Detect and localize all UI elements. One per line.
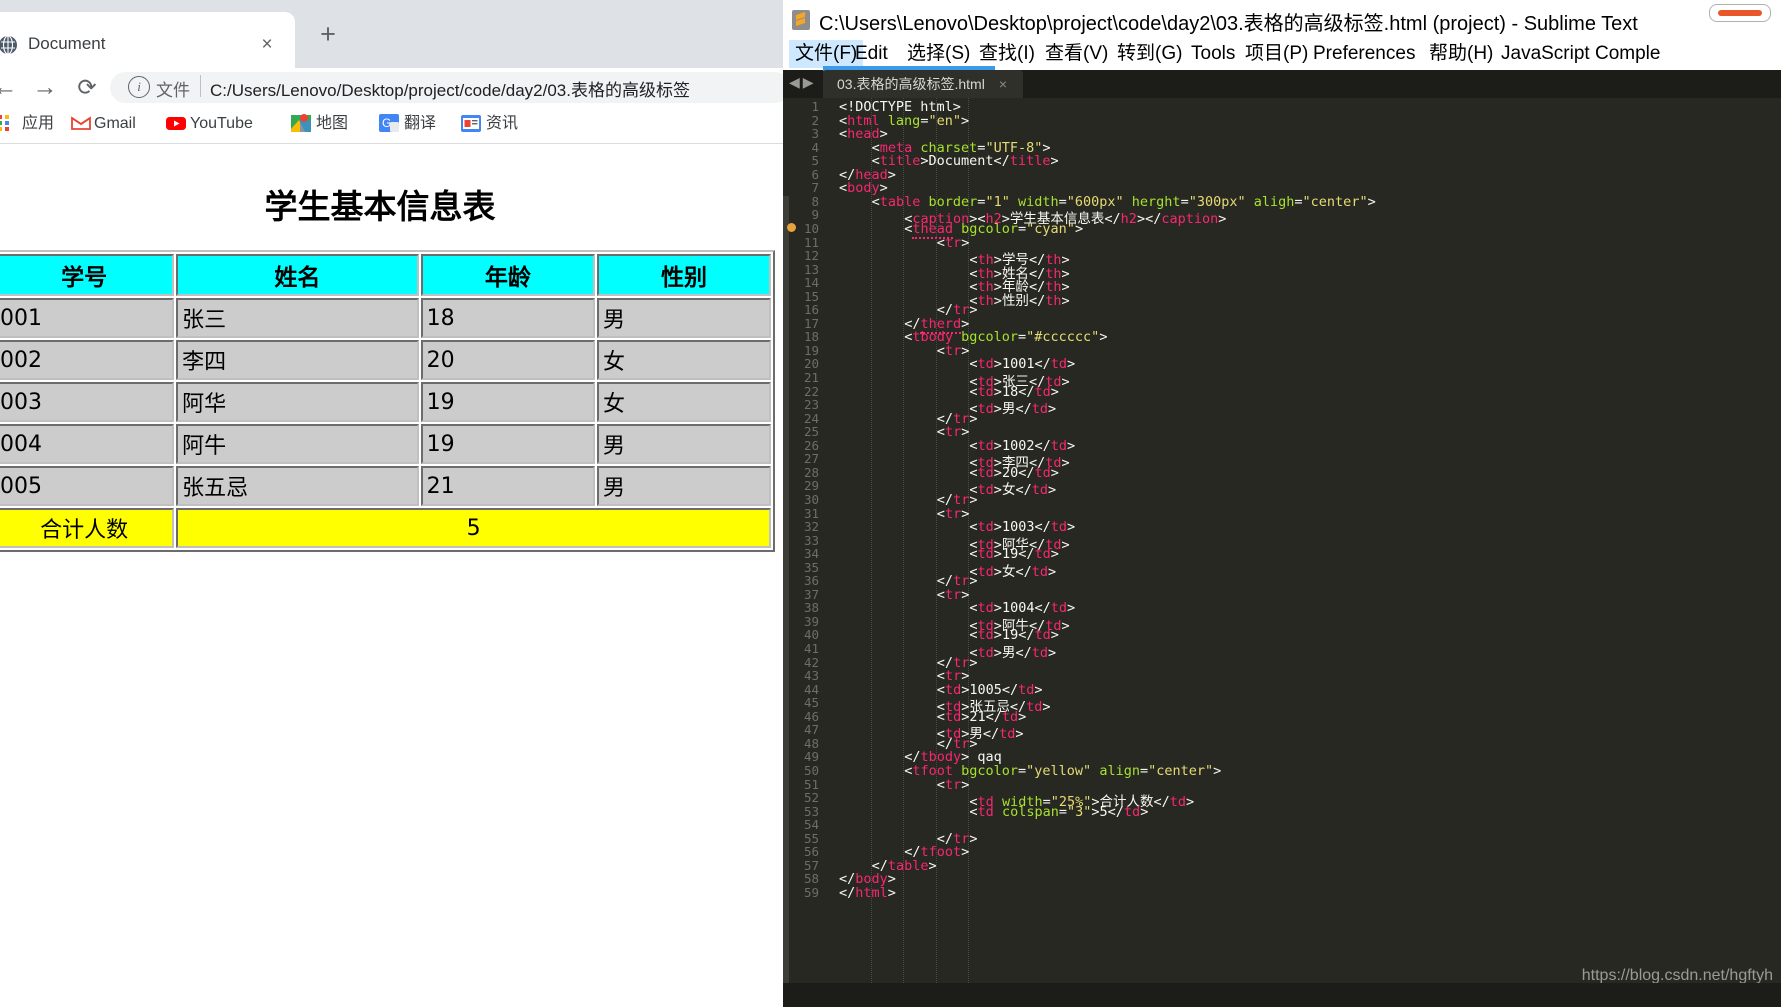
cell-name: 李四 (176, 340, 419, 380)
sublime-title-text: C:\Users\Lenovo\Desktop\project\code\day… (819, 13, 1638, 35)
address-url-text[interactable]: C:/Users/Lenovo/Desktop/project/code/day… (210, 76, 783, 101)
minimize-icon[interactable] (1718, 10, 1762, 16)
cell-name: 阿华 (176, 382, 419, 422)
bookmark-news[interactable]: 资讯 (486, 111, 518, 137)
cell-age: 18 (420, 298, 596, 338)
cell-id: 001 (0, 298, 175, 338)
table-head: 学号 姓名 年龄 性别 (0, 254, 771, 296)
browser-tab-title: Document (28, 34, 106, 53)
menu-tools[interactable]: Tools (1191, 40, 1235, 68)
column-header-name: 姓名 (176, 254, 419, 296)
page-title: 学生基本信息表 (264, 187, 496, 226)
bookmark-maps[interactable]: 地图 (316, 111, 348, 137)
editor-tab-label: 03.表格的高级标签.html (837, 76, 985, 92)
chrome-browser-window: Document × + ← → ⟳ i 文件 C:/Users/Lenovo/… (0, 0, 783, 1007)
cell-age: 21 (420, 466, 596, 506)
menu-selection[interactable]: 选择(S) (907, 40, 970, 68)
line-number: 59 (803, 884, 819, 900)
cell-sex: 男 (597, 424, 771, 464)
column-header-sex: 性别 (597, 254, 771, 296)
footer-total-value: 5 (176, 508, 771, 548)
cell-age: 19 (420, 382, 596, 422)
column-header-id: 学号 (0, 254, 175, 296)
menu-project[interactable]: 项目(P) (1245, 40, 1308, 68)
tab-scroll-arrows-icon[interactable]: ◀▶ (789, 74, 817, 91)
cell-sex: 男 (597, 466, 771, 506)
table-header-row: 学号 姓名 年龄 性别 (0, 254, 771, 296)
cell-age: 19 (420, 424, 596, 464)
youtube-icon[interactable] (165, 112, 187, 134)
globe-icon (0, 35, 18, 55)
editor-tab[interactable]: 03.表格的高级标签.html × (823, 70, 1023, 98)
cell-sex: 女 (597, 382, 771, 422)
menu-file[interactable]: 文件(F) (789, 40, 864, 68)
browser-tab[interactable]: Document × (0, 12, 295, 68)
back-icon[interactable]: ← (0, 70, 22, 104)
gmail-icon[interactable] (70, 112, 92, 134)
apps-grid-icon[interactable] (0, 112, 18, 134)
table-body: 001 张三 18 男 002 李四 20 女 003 阿华 19 女 004 … (0, 298, 771, 506)
close-icon[interactable]: × (999, 76, 1007, 92)
code-text: </html> (839, 884, 896, 901)
sublime-app-icon (791, 9, 811, 31)
menu-preferences[interactable]: Preferences (1313, 40, 1415, 68)
sublime-status-bar (783, 983, 1781, 1007)
window-controls[interactable] (1709, 4, 1771, 22)
column-header-age: 年龄 (420, 254, 596, 296)
sublime-text-window: C:\Users\Lenovo\Desktop\project\code\day… (783, 0, 1781, 1007)
cell-id: 005 (0, 466, 175, 506)
bookmark-marker-icon[interactable] (787, 222, 796, 232)
google-translate-icon[interactable]: G (378, 112, 400, 134)
forward-icon[interactable]: → (28, 70, 62, 104)
cell-sex: 女 (597, 340, 771, 380)
reload-icon[interactable]: ⟳ (70, 70, 104, 104)
table-foot: 合计人数 5 (0, 508, 771, 548)
table-row: 004 阿牛 19 男 (0, 424, 771, 464)
page-info-icon[interactable]: i (128, 76, 150, 98)
menu-help[interactable]: 帮助(H) (1429, 40, 1493, 68)
cell-id: 003 (0, 382, 175, 422)
table-row: 003 阿华 19 女 (0, 382, 771, 422)
address-scheme-label: 文件 (156, 81, 190, 100)
rendered-web-page: 学生基本信息表 学号 姓名 年龄 性别 001 张三 18 男 002 李四 2… (0, 145, 783, 1007)
bookmarks-divider (0, 143, 783, 144)
table-footer-row: 合计人数 5 (0, 508, 771, 548)
code-text: <td colspan="3">5</td> (969, 803, 1149, 820)
new-tab-button[interactable]: + (313, 20, 343, 50)
student-info-table: 学号 姓名 年龄 性别 001 张三 18 男 002 李四 20 女 003 … (0, 250, 775, 552)
table-row: 001 张三 18 男 (0, 298, 771, 338)
cell-id: 004 (0, 424, 175, 464)
menu-js-complete[interactable]: JavaScript Comple (1501, 40, 1660, 68)
bookmark-gmail[interactable]: Gmail (94, 111, 136, 137)
svg-text:G: G (382, 116, 391, 130)
bookmark-translate[interactable]: 翻译 (404, 111, 436, 137)
address-divider (200, 75, 201, 97)
menu-edit[interactable]: Edit (855, 40, 888, 68)
menu-find[interactable]: 查找(I) (979, 40, 1035, 68)
cell-id: 002 (0, 340, 175, 380)
code-editor[interactable]: 1 <!DOCTYPE html> 2 <html lang="en"> 3 <head>… (783, 98, 1781, 1007)
bookmark-apps[interactable]: 应用 (22, 111, 54, 137)
cell-name: 阿牛 (176, 424, 419, 464)
google-news-icon[interactable] (460, 112, 482, 134)
menu-goto[interactable]: 转到(G) (1117, 40, 1182, 68)
cell-age: 20 (420, 340, 596, 380)
menu-view[interactable]: 查看(V) (1045, 40, 1108, 68)
bookmark-youtube[interactable]: YouTube (190, 111, 253, 137)
table-row: 002 李四 20 女 (0, 340, 771, 380)
google-maps-icon[interactable] (290, 112, 312, 134)
cell-name: 张三 (176, 298, 419, 338)
footer-label: 合计人数 (0, 508, 175, 548)
cell-name: 张五忌 (176, 466, 419, 506)
cell-sex: 男 (597, 298, 771, 338)
close-icon[interactable]: × (256, 34, 278, 56)
table-row: 005 张五忌 21 男 (0, 466, 771, 506)
